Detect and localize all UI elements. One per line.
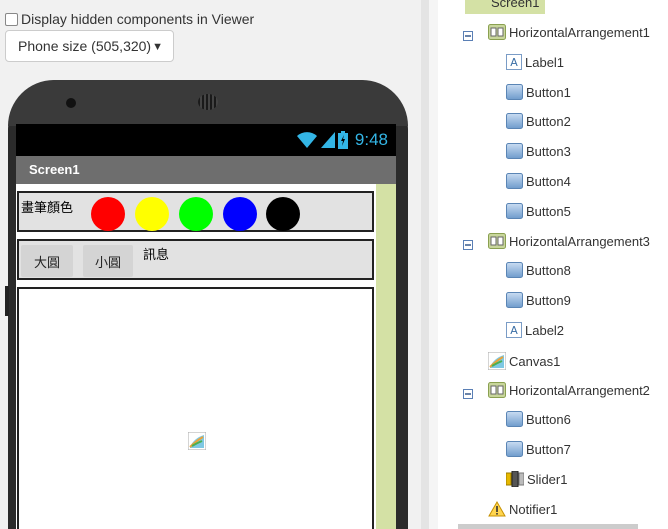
- tree-item-label: Slider1: [527, 471, 568, 487]
- tree-item-label2[interactable]: A Label2: [506, 322, 564, 338]
- tree-item-button5[interactable]: Button5: [506, 203, 571, 219]
- tree-item-label: Label1: [525, 54, 565, 70]
- button-icon: [506, 173, 523, 189]
- tree-item-label: Button4: [526, 173, 571, 189]
- button-icon: [506, 84, 523, 100]
- hidden-components-row[interactable]: Display hidden components in Viewer: [5, 11, 254, 27]
- button-icon: [506, 441, 523, 457]
- arrangement-icon: [488, 382, 506, 398]
- tree-item-button9[interactable]: Button9: [506, 292, 571, 308]
- tree-item-button3[interactable]: Button3: [506, 143, 571, 159]
- color-button-yellow[interactable]: [135, 197, 169, 231]
- chevron-down-icon: ▼: [152, 41, 163, 53]
- tree-item-label: Canvas1: [509, 353, 561, 369]
- phone-screen: 9:48 Screen1 畫筆顏色 大圓 小圓 訊息: [16, 124, 396, 529]
- phone-size-value: Phone size (505,320): [18, 38, 152, 54]
- label2: 訊息: [143, 247, 170, 262]
- small-circle-button[interactable]: 小圓: [83, 245, 133, 277]
- tree-item-label: Button9: [526, 292, 571, 308]
- status-time: 9:48: [354, 130, 388, 149]
- tree-item-horizontalarrangement1[interactable]: HorizontalArrangement1: [488, 24, 650, 40]
- svg-text:A: A: [510, 56, 518, 69]
- tree-item-label: Button5: [526, 203, 571, 219]
- tree-item-button2[interactable]: Button2: [506, 113, 571, 129]
- button-icon: [506, 292, 523, 308]
- tree-item-label: Button3: [526, 143, 571, 159]
- horizontal-arrangement-1[interactable]: 畫筆顏色: [17, 191, 374, 232]
- camera-icon: [66, 98, 76, 108]
- tree-item-horizontalarrangement3[interactable]: HorizontalArrangement3: [488, 233, 650, 249]
- tree-item-label: HorizontalArrangement1: [509, 24, 650, 40]
- hidden-components-checkbox[interactable]: [5, 12, 18, 26]
- tree-item-canvas1[interactable]: Canvas1: [488, 352, 560, 370]
- viewer-panel: Display hidden components in Viewer Phon…: [0, 0, 421, 529]
- tree-item-label: Button8: [526, 262, 571, 278]
- signal-icon: [320, 132, 335, 148]
- wifi-icon: [296, 132, 317, 148]
- hidden-components-label: Display hidden components in Viewer: [21, 11, 255, 27]
- tree-item-label: Button6: [526, 411, 571, 427]
- label-icon: A: [506, 54, 522, 70]
- notifier-icon: [488, 501, 506, 517]
- tree-item-button6[interactable]: Button6: [506, 411, 571, 427]
- phone-size-select[interactable]: Phone size (505,320) ▼: [5, 30, 174, 62]
- tree-item-button4[interactable]: Button4: [506, 173, 571, 189]
- tree-item-button7[interactable]: Button7: [506, 441, 571, 457]
- tree-item-notifier1[interactable]: Notifier1: [488, 501, 557, 517]
- color-button-black[interactable]: [266, 197, 300, 231]
- color-button-blue[interactable]: [223, 197, 257, 231]
- svg-text:A: A: [510, 324, 518, 337]
- label1: 畫筆顏色: [21, 200, 74, 215]
- arrangement-icon: [488, 24, 506, 40]
- scroll-area: [376, 184, 396, 529]
- screen1-selected[interactable]: Screen1: [465, 0, 545, 14]
- button-icon: [506, 113, 523, 129]
- tree-item-label: Notifier1: [509, 501, 558, 517]
- label-icon: A: [506, 322, 522, 338]
- screen-title: Screen1: [16, 156, 396, 184]
- button-icon: [506, 411, 523, 427]
- button-icon: [506, 203, 523, 219]
- collapse-toggle-icon[interactable]: [463, 237, 473, 250]
- battery-icon: [337, 131, 348, 149]
- panel-divider[interactable]: [421, 0, 429, 529]
- arrangement-icon: [488, 233, 506, 249]
- button-icon: [506, 262, 523, 278]
- collapse-toggle-icon[interactable]: [463, 28, 473, 41]
- canvas-icon: [488, 352, 506, 370]
- speaker-icon: [198, 94, 218, 110]
- canvas1[interactable]: [17, 287, 374, 529]
- tree-item-horizontalarrangement2[interactable]: HorizontalArrangement2: [488, 382, 650, 398]
- tree-item-label: Button1: [526, 84, 571, 100]
- status-bar: 9:48: [16, 124, 396, 156]
- tree-item-label: Label2: [525, 322, 565, 338]
- big-circle-button[interactable]: 大圓: [21, 245, 73, 277]
- horizontal-arrangement-3[interactable]: 大圓 小圓 訊息: [17, 239, 374, 280]
- tree-item-label: HorizontalArrangement3: [509, 233, 650, 249]
- horizontal-scrollbar[interactable]: [458, 524, 638, 529]
- tree-item-slider1[interactable]: Slider1: [506, 471, 567, 487]
- tree-root-label: Screen1: [491, 0, 540, 10]
- color-button-green[interactable]: [179, 197, 213, 231]
- color-button-red[interactable]: [91, 197, 125, 231]
- tree-item-label: Button2: [526, 113, 571, 129]
- slider-icon: [506, 471, 524, 487]
- canvas-icon: [188, 432, 206, 450]
- tree-item-button8[interactable]: Button8: [506, 262, 571, 278]
- button-icon: [506, 143, 523, 159]
- tree-item-label1[interactable]: A Label1: [506, 54, 564, 70]
- tree-item-button1[interactable]: Button1: [506, 84, 571, 100]
- collapse-toggle-icon[interactable]: [463, 386, 473, 399]
- tree-item-label: HorizontalArrangement2: [509, 382, 650, 398]
- phone-side-button: [5, 286, 9, 316]
- tree-item-label: Button7: [526, 441, 571, 457]
